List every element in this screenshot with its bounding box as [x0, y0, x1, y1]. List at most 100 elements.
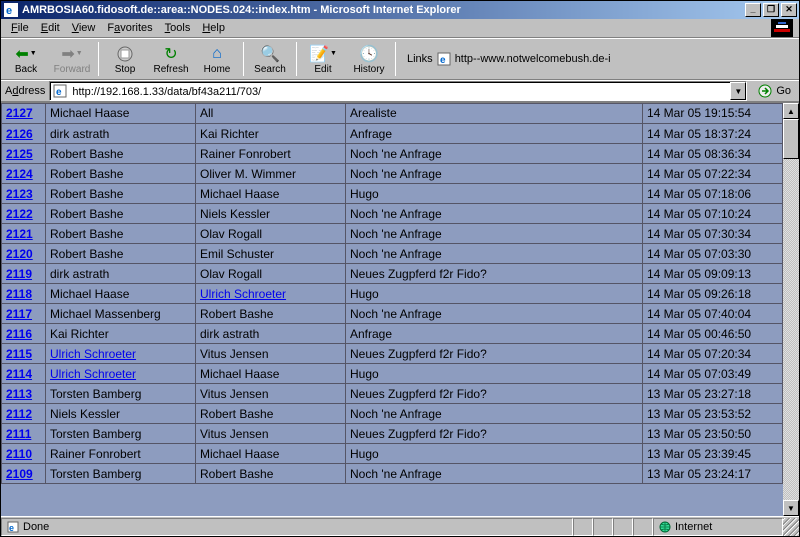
- table-row: 2114Ulrich SchroeterMichael HaaseHugo14 …: [2, 364, 783, 384]
- msg-id-link[interactable]: 2111: [6, 427, 31, 441]
- msg-date: 14 Mar 05 18:37:24: [643, 124, 783, 144]
- msg-to: Vitus Jensen: [196, 424, 346, 444]
- status-pane: [613, 518, 633, 536]
- msg-id: 2122: [2, 204, 46, 224]
- stop-button[interactable]: Stop: [102, 40, 148, 78]
- links-item[interactable]: http--www.notwelcomebush.de-i: [455, 53, 611, 65]
- status-pane: [593, 518, 613, 536]
- status-zone: Internet: [653, 518, 783, 536]
- minimize-button[interactable]: _: [745, 3, 761, 17]
- address-combo[interactable]: e ▼: [49, 81, 747, 101]
- edit-button[interactable]: 📝▼Edit: [300, 40, 346, 78]
- msg-date: 14 Mar 05 00:46:50: [643, 324, 783, 344]
- table-row: 2117Michael MassenbergRobert BasheNoch '…: [2, 304, 783, 324]
- msg-to: Michael Haase: [196, 444, 346, 464]
- menu-tools[interactable]: Tools: [159, 21, 197, 35]
- msg-date: 14 Mar 05 09:09:13: [643, 264, 783, 284]
- msg-id-link[interactable]: 2123: [6, 187, 33, 201]
- search-icon: 🔍: [260, 44, 280, 64]
- window-title: AMRBOSIA60.fidosoft.de::area::NODES.024:…: [22, 4, 461, 16]
- svg-text:e: e: [440, 55, 446, 66]
- history-button[interactable]: 🕓History: [346, 40, 392, 78]
- status-main: e Done: [1, 518, 573, 536]
- msg-from: Niels Kessler: [46, 404, 196, 424]
- menu-view[interactable]: View: [66, 21, 102, 35]
- scroll-up-button[interactable]: ▲: [783, 103, 799, 119]
- msg-id: 2118: [2, 284, 46, 304]
- msg-id: 2119: [2, 264, 46, 284]
- msg-subject: Anfrage: [346, 124, 643, 144]
- msg-id-link[interactable]: 2116: [6, 327, 32, 341]
- menu-help[interactable]: Help: [196, 21, 231, 35]
- links-bar: Links e http--www.notwelcomebush.de-i: [399, 51, 797, 67]
- search-button[interactable]: 🔍Search: [247, 40, 293, 78]
- home-button[interactable]: ⌂Home: [194, 40, 240, 78]
- msg-subject: Arealiste: [346, 104, 643, 124]
- msg-id-link[interactable]: 2124: [6, 167, 33, 181]
- table-row: 2115Ulrich SchroeterVitus JensenNeues Zu…: [2, 344, 783, 364]
- from-link[interactable]: Ulrich Schroeter: [50, 367, 136, 381]
- address-label: Address: [3, 85, 49, 97]
- msg-id: 2120: [2, 244, 46, 264]
- msg-id-link[interactable]: 2117: [6, 307, 32, 321]
- menu-file[interactable]: File: [5, 21, 35, 35]
- address-bar: Address e ▼ Go: [1, 80, 799, 102]
- msg-to: Michael Haase: [196, 364, 346, 384]
- go-button[interactable]: Go: [751, 81, 797, 101]
- msg-id: 2113: [2, 384, 46, 404]
- go-icon: [757, 83, 773, 99]
- close-button[interactable]: ✕: [781, 3, 797, 17]
- msg-subject: Neues Zugpferd f2r Fido?: [346, 344, 643, 364]
- msg-id-link[interactable]: 2110: [6, 447, 32, 461]
- msg-id-link[interactable]: 2113: [6, 387, 32, 401]
- msg-date: 13 Mar 05 23:50:50: [643, 424, 783, 444]
- scroll-thumb[interactable]: [783, 119, 799, 159]
- address-input[interactable]: [72, 85, 728, 99]
- msg-id-link[interactable]: 2121: [6, 227, 33, 241]
- toolbar: ⬅▼Back ➡▼Forward Stop ↻Refresh ⌂Home 🔍Se…: [1, 38, 799, 80]
- refresh-button[interactable]: ↻Refresh: [148, 40, 194, 78]
- msg-subject: Noch 'ne Anfrage: [346, 404, 643, 424]
- status-bar: e Done Internet: [1, 516, 799, 536]
- msg-id-link[interactable]: 2125: [6, 147, 33, 161]
- msg-id-link[interactable]: 2112: [6, 407, 32, 421]
- address-dropdown-button[interactable]: ▼: [730, 82, 746, 100]
- back-button[interactable]: ⬅▼Back: [3, 40, 49, 78]
- msg-subject: Noch 'ne Anfrage: [346, 244, 643, 264]
- zone-text: Internet: [675, 521, 712, 533]
- menu-favorites[interactable]: Favorites: [101, 21, 158, 35]
- table-row: 2121Robert BasheOlav RogallNoch 'ne Anfr…: [2, 224, 783, 244]
- maximize-button[interactable]: ❐: [763, 3, 779, 17]
- status-pane: [573, 518, 593, 536]
- msg-date: 13 Mar 05 23:39:45: [643, 444, 783, 464]
- msg-id-link[interactable]: 2115: [6, 347, 32, 361]
- refresh-label: Refresh: [153, 64, 188, 75]
- scroll-down-button[interactable]: ▼: [783, 500, 799, 516]
- forward-button[interactable]: ➡▼Forward: [49, 40, 95, 78]
- msg-id-link[interactable]: 2127: [6, 106, 33, 120]
- table-row: 2111Torsten BambergVitus JensenNeues Zug…: [2, 424, 783, 444]
- vertical-scrollbar[interactable]: ▲ ▼: [783, 103, 799, 516]
- resize-grip[interactable]: [783, 518, 799, 536]
- msg-id-link[interactable]: 2126: [6, 127, 33, 141]
- page-icon: e: [436, 51, 452, 67]
- menu-edit[interactable]: Edit: [35, 21, 66, 35]
- msg-id-link[interactable]: 2119: [6, 267, 32, 281]
- msg-from: Robert Bashe: [46, 204, 196, 224]
- table-row: 2113Torsten BambergVitus JensenNeues Zug…: [2, 384, 783, 404]
- table-row: 2112Niels KesslerRobert BasheNoch 'ne An…: [2, 404, 783, 424]
- msg-to: Emil Schuster: [196, 244, 346, 264]
- msg-to: Vitus Jensen: [196, 384, 346, 404]
- from-link[interactable]: Ulrich Schroeter: [50, 347, 136, 361]
- msg-subject: Neues Zugpferd f2r Fido?: [346, 384, 643, 404]
- msg-id: 2115: [2, 344, 46, 364]
- to-link[interactable]: Ulrich Schroeter: [200, 287, 286, 301]
- msg-id: 2125: [2, 144, 46, 164]
- msg-id-link[interactable]: 2109: [6, 467, 33, 481]
- msg-id-link[interactable]: 2118: [6, 287, 32, 301]
- msg-id-link[interactable]: 2114: [6, 367, 32, 381]
- msg-id-link[interactable]: 2120: [6, 247, 33, 261]
- msg-date: 13 Mar 05 23:27:18: [643, 384, 783, 404]
- globe-icon: [658, 520, 672, 534]
- msg-id-link[interactable]: 2122: [6, 207, 33, 221]
